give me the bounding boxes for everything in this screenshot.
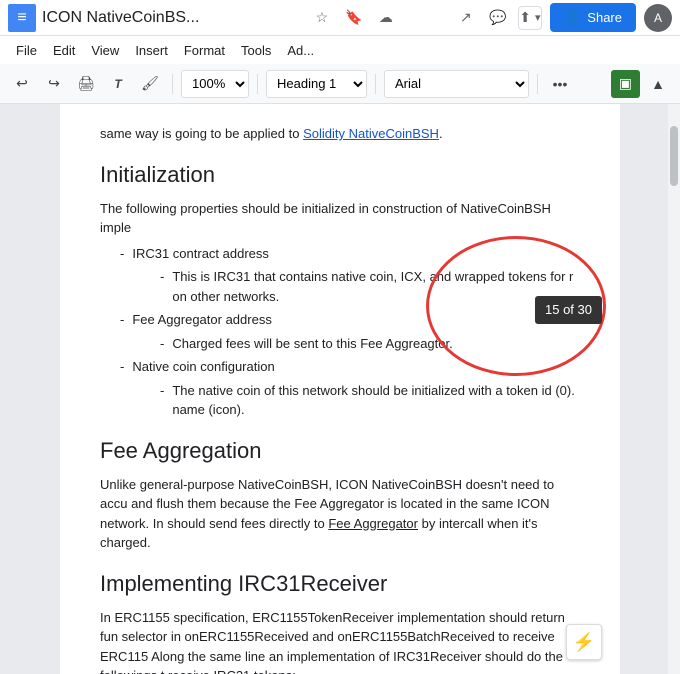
spellcheck-button[interactable]: T [104, 70, 132, 98]
fee-heading: Fee Aggregation [100, 434, 580, 467]
init-heading: Initialization [100, 158, 580, 191]
menu-insert[interactable]: Insert [127, 39, 176, 62]
sub-bullet-irc31: This is IRC31 that contains native coin,… [160, 267, 580, 306]
menu-format[interactable]: Format [176, 39, 233, 62]
document-title[interactable]: ICON NativeCoinBS... [42, 9, 304, 27]
bullet-fee: Fee Aggregator address [132, 310, 271, 330]
list-item: Native coin configuration [120, 357, 580, 377]
intro-paragraph: same way is going to be applied to Solid… [100, 124, 580, 144]
font-select[interactable]: Arial Times New Roman [384, 70, 529, 98]
list-item: This is IRC31 that contains native coin,… [160, 267, 580, 306]
document-area: same way is going to be applied to Solid… [0, 104, 680, 674]
document-page: same way is going to be applied to Solid… [60, 104, 620, 674]
init-bullet-list: IRC31 contract address This is IRC31 tha… [120, 244, 580, 420]
title-bar: ≡ ICON NativeCoinBS... ☆ 🔖 ☁ ↗ 💬 ⬆ ▾ 👤 S… [0, 0, 680, 36]
share-person-icon: 👤 [564, 9, 581, 26]
scrollbar[interactable] [668, 104, 680, 674]
sub-bullet-native: The native coin of this network should b… [160, 381, 580, 420]
sub-fee-text: Charged fees will be sent to this Fee Ag… [172, 334, 452, 354]
list-item: Fee Aggregator address [120, 310, 580, 330]
menu-file[interactable]: File [8, 39, 45, 62]
bullet-native: Native coin configuration [132, 357, 274, 377]
heading-select[interactable]: Heading 1 Normal text Heading 2 [266, 70, 367, 98]
bookmark-icon[interactable]: 🔖 [342, 6, 366, 30]
sub-bullet-fee: Charged fees will be sent to this Fee Ag… [160, 334, 580, 354]
cloud-icon[interactable]: ☁ [374, 6, 398, 30]
menu-addons[interactable]: Ad... [279, 39, 322, 62]
list-item: The native coin of this network should b… [160, 381, 580, 420]
list-item: IRC31 contract address [120, 244, 580, 264]
menu-bar: File Edit View Insert Format Tools Ad... [0, 36, 680, 64]
fee-body: Unlike general-purpose NativeCoinBSH, IC… [100, 475, 580, 553]
more-options-button[interactable]: ••• [546, 70, 574, 98]
avatar[interactable]: A [644, 4, 672, 32]
paint-format-button[interactable]: 🖌 [136, 70, 164, 98]
bullet-irc31: IRC31 contract address [132, 244, 269, 264]
title-icons: ☆ 🔖 ☁ ↗ 💬 ⬆ ▾ 👤 Share A [310, 3, 672, 32]
menu-edit[interactable]: Edit [45, 39, 83, 62]
chart-icon[interactable]: ↗ [454, 6, 478, 30]
doc-icon: ≡ [8, 4, 36, 32]
scroll-thumb[interactable] [670, 126, 678, 186]
toolbar-divider-1 [172, 74, 173, 94]
irc-body: In ERC1155 specification, ERC1155TokenRe… [100, 608, 580, 674]
comment-icon[interactable]: 💬 [486, 6, 510, 30]
collapse-toolbar-button[interactable]: ▲ [644, 70, 672, 98]
star-icon[interactable]: ☆ [310, 6, 334, 30]
print-button[interactable]: 🖨 [72, 70, 100, 98]
share-button[interactable]: 👤 Share [550, 3, 636, 32]
list-item: Charged fees will be sent to this Fee Ag… [160, 334, 580, 354]
irc-heading: Implementing IRC31Receiver [100, 567, 580, 600]
redo-button[interactable]: ↪ [40, 70, 68, 98]
toolbar-divider-3 [375, 74, 376, 94]
menu-tools[interactable]: Tools [233, 39, 279, 62]
doc-icon-letter: ≡ [17, 9, 26, 27]
smart-compose-button[interactable]: ⚡ [566, 624, 602, 660]
menu-view[interactable]: View [83, 39, 127, 62]
undo-button[interactable]: ↩ [8, 70, 36, 98]
image-options-button[interactable]: ▣ [611, 70, 640, 98]
page-counter-tooltip: 15 of 30 [535, 296, 602, 324]
upload-icon[interactable]: ⬆ ▾ [518, 6, 542, 30]
solidity-link[interactable]: Solidity NativeCoinBSH [303, 126, 439, 141]
fee-aggregator-underline: Fee Aggregator [328, 516, 418, 531]
sub-irc31-text: This is IRC31 that contains native coin,… [172, 267, 580, 306]
zoom-select[interactable]: 100% 75% 150% [181, 70, 249, 98]
init-body: The following properties should be initi… [100, 199, 580, 238]
sub-native-text: The native coin of this network should b… [172, 381, 580, 420]
toolbar-divider-2 [257, 74, 258, 94]
toolbar: ↩ ↪ 🖨 T 🖌 100% 75% 150% Heading 1 Normal… [0, 64, 680, 104]
toolbar-divider-4 [537, 74, 538, 94]
smart-compose-icon: ⚡ [573, 629, 595, 656]
